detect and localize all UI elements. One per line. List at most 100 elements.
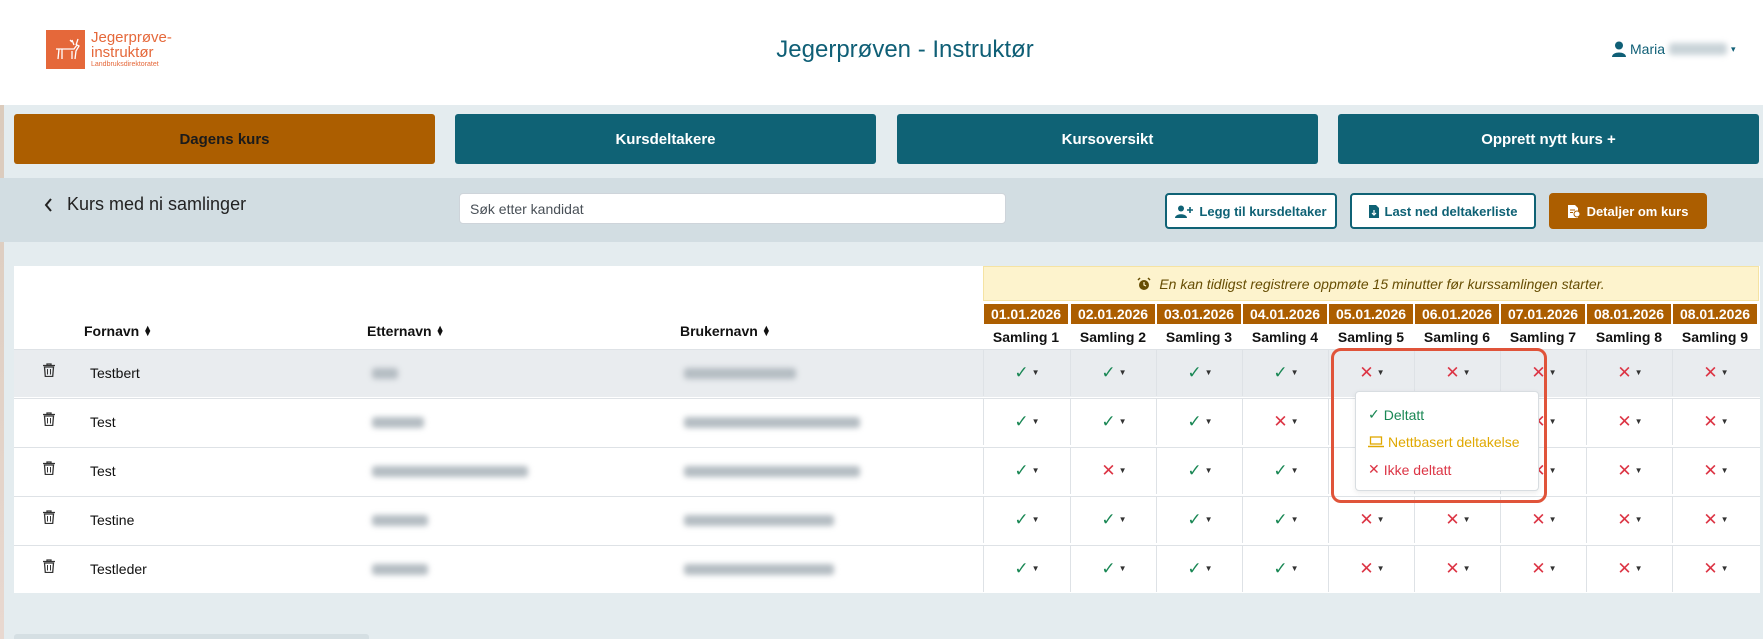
attendance-cell[interactable]: ✕▼	[1586, 496, 1673, 543]
attendance-cell[interactable]: ✕▼	[1414, 545, 1501, 592]
attendance-cell[interactable]: ✕▼	[1586, 398, 1673, 445]
column-header-fornavn[interactable]: Fornavn ▲ ▼	[84, 323, 152, 339]
x-icon: ✕	[1101, 460, 1116, 480]
caret-down-icon: ▼	[1548, 515, 1557, 524]
attendance-cell[interactable]: ✓ ▼	[1156, 545, 1243, 592]
attendance-cell[interactable]: ✓ ▼	[1242, 545, 1329, 592]
download-list-button[interactable]: Last ned deltakerliste	[1350, 193, 1536, 229]
last-name-blurred	[372, 466, 528, 477]
x-icon: ✕	[1617, 460, 1632, 480]
sort-icon: ▲ ▼	[143, 323, 153, 338]
attendance-cell[interactable]: ✕▼	[1586, 349, 1673, 396]
bottom-panel-edge	[14, 634, 369, 639]
caret-down-icon: ▼	[1720, 466, 1729, 475]
trash-icon[interactable]	[43, 559, 55, 576]
attendance-cell[interactable]: ✕▼	[1500, 545, 1587, 592]
attendance-cell[interactable]: ✓ ▼	[1070, 545, 1157, 592]
session-label: Samling 5	[1337, 329, 1405, 345]
last-name-blurred	[372, 564, 428, 575]
attendance-cell[interactable]: ✓ ▼	[1156, 398, 1243, 445]
user-icon	[1612, 41, 1626, 57]
attendance-cell[interactable]: ✓ ▼	[983, 545, 1070, 592]
caret-down-icon: ▼	[1031, 368, 1040, 377]
user-menu[interactable]: Maria ▾	[1612, 41, 1736, 57]
course-details-button[interactable]: Detaljer om kurs	[1549, 193, 1707, 229]
top-header: Jegerprøve- instruktør Landbruksdirektor…	[0, 0, 1763, 105]
attendance-cell[interactable]: ✓ ▼	[1156, 496, 1243, 543]
last-name-blurred	[372, 417, 424, 428]
x-icon: ✕	[1617, 558, 1632, 578]
attendance-cell[interactable]: ✓ ▼	[1242, 447, 1329, 494]
attendance-cell[interactable]: ✓ ▼	[983, 496, 1070, 543]
nav-kursdeltakere[interactable]: Kursdeltakere	[455, 114, 876, 164]
caret-down-icon: ▼	[1548, 466, 1557, 475]
caret-down-icon: ▼	[1118, 515, 1127, 524]
course-details-label: Detaljer om kurs	[1586, 203, 1689, 219]
trash-icon[interactable]	[43, 510, 55, 527]
column-header-etternavn[interactable]: Etternavn ▲ ▼	[367, 323, 445, 339]
add-participant-button[interactable]: Legg til kursdeltaker	[1165, 193, 1337, 229]
caret-down-icon: ▼	[1548, 564, 1557, 573]
attendance-cell[interactable]: ✕▼	[1414, 496, 1501, 543]
attendance-cell[interactable]: ✕▼	[1586, 545, 1673, 592]
session-date: 01.01.2026	[984, 304, 1068, 324]
attendance-cell[interactable]: ✕▼	[1328, 545, 1415, 592]
attendance-cell[interactable]: ✕▼	[1070, 447, 1157, 494]
nav-dagens-kurs[interactable]: Dagens kurs	[14, 114, 435, 164]
caret-down-icon: ▼	[1720, 368, 1729, 377]
file-download-icon	[1368, 204, 1379, 218]
check-icon: ✓	[1014, 411, 1029, 431]
caret-down-icon: ▼	[1290, 466, 1299, 475]
check-icon: ✓	[1014, 509, 1029, 529]
attendance-cell[interactable]: ✓ ▼	[1070, 496, 1157, 543]
attendance-cell[interactable]: ✓ ▼	[1156, 447, 1243, 494]
caret-down-icon: ▼	[1634, 564, 1643, 573]
attendance-cell[interactable]: ✕▼	[1586, 447, 1673, 494]
column-header-label: Etternavn	[367, 323, 432, 339]
caret-down-icon: ▼	[1720, 564, 1729, 573]
attendance-cell[interactable]: ✓ ▼	[983, 447, 1070, 494]
attendance-cell[interactable]: ✕▼	[1500, 496, 1587, 543]
back-link[interactable]: Kurs med ni samlinger	[44, 194, 246, 215]
chevron-down-icon: ▾	[1731, 43, 1736, 54]
attendance-cell[interactable]: ✓ ▼	[1070, 349, 1157, 396]
trash-icon[interactable]	[43, 412, 55, 429]
check-icon: ✓	[1187, 411, 1202, 431]
attendance-cell[interactable]: ✓ ▼	[983, 349, 1070, 396]
check-icon: ✓	[1101, 411, 1116, 431]
trash-icon[interactable]	[43, 363, 55, 380]
first-name: Testine	[90, 512, 135, 528]
trash-icon[interactable]	[43, 461, 55, 478]
attendance-cell[interactable]: ✓ ▼	[1070, 398, 1157, 445]
attendance-cell[interactable]: ✕▼	[1672, 545, 1759, 592]
column-header-label: Fornavn	[84, 323, 140, 339]
attendance-cell[interactable]: ✓ ▼	[1242, 496, 1329, 543]
attendance-cell[interactable]: ✕▼	[1672, 447, 1759, 494]
caret-down-icon: ▼	[1118, 466, 1127, 475]
caret-down-icon: ▼	[1118, 417, 1127, 426]
nav-kursoversikt[interactable]: Kursoversikt	[897, 114, 1318, 164]
caret-down-icon: ▼	[1720, 417, 1729, 426]
attendance-cell[interactable]: ✓ ▼	[1156, 349, 1243, 396]
attendance-cell[interactable]: ✕▼	[1328, 496, 1415, 543]
column-header-brukernavn[interactable]: Brukernavn ▲ ▼	[680, 323, 771, 339]
attendance-cell[interactable]: ✓ ▼	[1242, 349, 1329, 396]
attendance-cell[interactable]: ✓ ▼	[983, 398, 1070, 445]
attendance-cell[interactable]: ✕▼	[1672, 349, 1759, 396]
session-date: 07.01.2026	[1501, 304, 1585, 324]
caret-down-icon: ▼	[1634, 515, 1643, 524]
x-icon: ✕	[1531, 558, 1546, 578]
session-date: 06.01.2026	[1415, 304, 1499, 324]
session-label: Samling 6	[1423, 329, 1491, 345]
attendance-cell[interactable]: ✕▼	[1242, 398, 1329, 445]
nav-opprett-nytt-kurs[interactable]: Opprett nytt kurs +	[1338, 114, 1759, 164]
username-blurred	[684, 417, 860, 428]
search-input[interactable]	[459, 193, 1006, 224]
x-icon: ✕	[1273, 411, 1288, 431]
attendance-cell[interactable]: ✕▼	[1672, 496, 1759, 543]
last-name-blurred	[372, 368, 398, 379]
attendance-cell[interactable]: ✕▼	[1672, 398, 1759, 445]
session-label: Samling 3	[1165, 329, 1233, 345]
column-header-label: Brukernavn	[680, 323, 758, 339]
user-plus-icon	[1175, 205, 1194, 218]
